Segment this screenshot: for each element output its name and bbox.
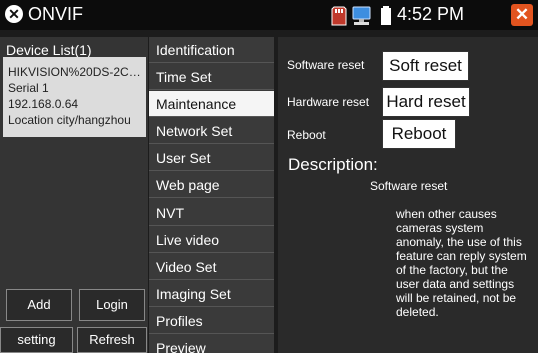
device-list-item[interactable]: HIKVISION%20DS-2CD2T42WD-I3 Serial 1 192… (3, 57, 146, 137)
device-list-header: Device List(1) (6, 42, 92, 58)
menu-item-preview[interactable]: Preview (149, 335, 274, 353)
soft-reset-button[interactable]: Soft reset (382, 51, 469, 81)
device-list-panel: Device List(1) HIKVISION%20DS-2CD2T42WD-… (0, 37, 148, 353)
close-icon[interactable]: ✕ (511, 4, 533, 26)
hardware-reset-label: Hardware reset (287, 95, 370, 109)
menu-item-network-set[interactable]: Network Set (149, 118, 274, 144)
menu-item-imaging-set[interactable]: Imaging Set (149, 281, 274, 307)
menu-item-time-set[interactable]: Time Set (149, 64, 274, 90)
device-serial: Serial 1 (8, 81, 49, 95)
device-location: Location city/hangzhou (8, 113, 131, 127)
clock: 4:52 PM (397, 4, 465, 24)
onvif-logo-icon: ✕ (5, 5, 23, 23)
software-reset-label: Software reset (287, 58, 365, 72)
menu-item-identification[interactable]: Identification (149, 37, 274, 63)
setting-button[interactable]: setting (0, 327, 73, 353)
login-button[interactable]: Login (79, 289, 145, 321)
menu-item-profiles[interactable]: Profiles (149, 308, 274, 334)
menu-item-nvt[interactable]: NVT (149, 200, 274, 226)
menu-item-web-page[interactable]: Web page (149, 172, 274, 198)
function-menu: Identification Time Set Maintenance Netw… (149, 37, 274, 353)
menu-item-maintenance[interactable]: Maintenance (149, 91, 274, 117)
refresh-button[interactable]: Refresh (77, 327, 147, 353)
device-ip: 192.168.0.64 (8, 97, 79, 111)
menu-item-live-video[interactable]: Live video (149, 227, 274, 253)
sd-card-icon (331, 6, 347, 26)
reboot-label: Reboot (287, 128, 326, 142)
device-name: HIKVISION%20DS-2CD2T42WD-I3 (8, 65, 141, 79)
maintenance-panel: Software reset Soft reset Hardware reset… (278, 37, 538, 353)
add-button[interactable]: Add (6, 289, 72, 321)
title-bar: ✕ ONVIF 4:52 PM ✕ (0, 0, 538, 30)
network-icon (352, 6, 371, 25)
reboot-button[interactable]: Reboot (382, 119, 456, 149)
menu-item-video-set[interactable]: Video Set (149, 254, 274, 280)
hard-reset-button[interactable]: Hard reset (382, 87, 470, 117)
battery-icon (381, 6, 391, 25)
menu-item-user-set[interactable]: User Set (149, 145, 274, 171)
description-title: Software reset (370, 179, 448, 193)
description-text: when other causes cameras system anomaly… (396, 207, 527, 319)
app-title: ONVIF (28, 4, 84, 24)
onvif-app-window: ✕ ONVIF 4:52 PM ✕ Device List(1) HIKVISI… (0, 0, 538, 353)
description-label: Description: (288, 155, 378, 174)
